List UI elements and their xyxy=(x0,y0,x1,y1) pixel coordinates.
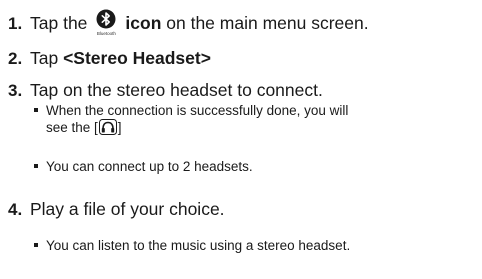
step-3: 3. Tap on the stereo headset to connect. xyxy=(8,80,323,100)
step-number: 2. xyxy=(8,49,23,68)
step-number: 1. xyxy=(8,14,23,33)
bullet-text: When the connection is successfully done… xyxy=(46,103,349,118)
step-text-bold: icon xyxy=(125,13,162,33)
step-text-bold: <Stereo Headset> xyxy=(63,48,211,68)
bullet-item: When the connection is successfully done… xyxy=(34,102,349,139)
step-text: Tap xyxy=(30,48,64,68)
step-text: Tap the xyxy=(30,13,88,33)
bullet-marker xyxy=(34,108,38,112)
headset-connected-icon xyxy=(98,119,117,139)
step-4: 4. Play a file of your choice. xyxy=(8,199,225,219)
bullet-text: ] xyxy=(117,120,122,135)
bullet-marker xyxy=(34,164,38,168)
step-number: 4. xyxy=(8,200,23,219)
bullet-marker xyxy=(34,243,38,247)
step-text: Play a file of your choice. xyxy=(30,199,225,219)
bullet-item: You can listen to the music using a ster… xyxy=(34,237,351,254)
bullet-item: You can connect up to 2 headsets. xyxy=(34,158,253,175)
bullet-text: see the [ xyxy=(46,120,98,135)
bluetooth-caption: Bluetooth xyxy=(96,31,116,36)
step-2: 2. Tap <Stereo Headset> xyxy=(8,48,211,68)
bullet-text: You can listen to the music using a ster… xyxy=(46,238,351,253)
step-number: 3. xyxy=(8,81,23,100)
bluetooth-glyph xyxy=(96,9,116,29)
bluetooth-icon: Bluetooth xyxy=(91,9,121,37)
step-1: 1. Tap the Bluetooth icon on the main menu … xyxy=(8,9,369,37)
step-text: Tap on the stereo headset to connect. xyxy=(30,80,323,100)
step-text-after: on the main menu screen. xyxy=(161,13,369,33)
bullet-text: You can connect up to 2 headsets. xyxy=(46,159,253,174)
